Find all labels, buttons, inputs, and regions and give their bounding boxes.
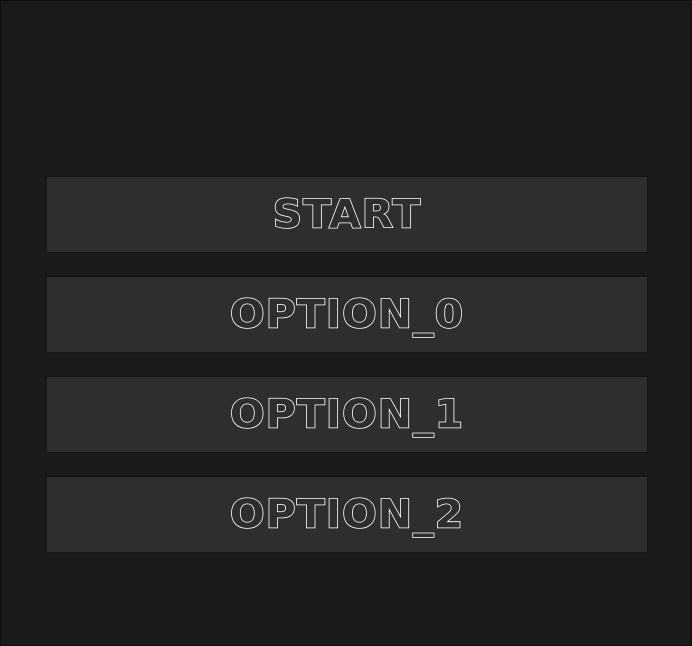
option-2-button[interactable]: OPTION_2 [46,476,648,553]
start-button-label: START [272,191,422,237]
option-0-button-label: OPTION_0 [229,291,465,337]
start-button[interactable]: START [46,176,648,253]
game-screen: START OPTION_0 OPTION_1 OPTION_2 [0,0,692,646]
option-1-button[interactable]: OPTION_1 [46,376,648,453]
option-1-button-label: OPTION_1 [229,391,465,437]
option-0-button[interactable]: OPTION_0 [46,276,648,353]
option-2-button-label: OPTION_2 [229,491,465,537]
main-menu: START OPTION_0 OPTION_1 OPTION_2 [46,176,648,553]
